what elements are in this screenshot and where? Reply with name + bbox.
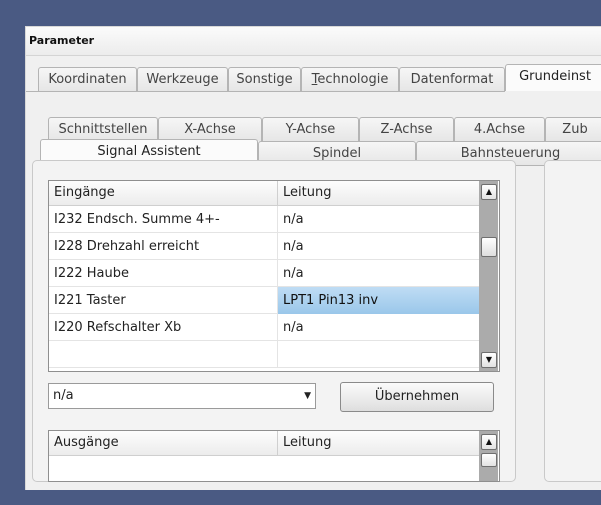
tab-schnittstellen[interactable]: Schnittstellen <box>48 117 158 141</box>
tab-x-achse[interactable]: X-Achse <box>158 117 262 141</box>
input-name: I220 Refschalter Xb <box>49 314 278 341</box>
window-title: Parameter <box>29 34 95 47</box>
tab-divider <box>26 91 505 92</box>
tab-label: X-Achse <box>184 122 236 137</box>
input-line: n/a <box>283 320 304 335</box>
tab-label: Schnittstellen <box>58 122 148 137</box>
table-row[interactable]: I228 Drehzahl erreicht n/a <box>49 233 479 260</box>
tab-label: Bahnsteuerung <box>460 146 561 161</box>
input-name: I232 Endsch. Summe 4+- <box>49 206 278 233</box>
tab-label: Grundeinst <box>519 69 591 84</box>
tab-sonstige[interactable]: Sonstige <box>228 67 301 91</box>
column-header-leitung[interactable]: Leitung <box>278 431 479 455</box>
tab-z-achse[interactable]: Z-Achse <box>359 117 454 141</box>
table-row[interactable]: I220 Refschalter Xb n/a <box>49 314 479 341</box>
tab-werkzeuge[interactable]: Werkzeuge <box>137 67 228 91</box>
tab-grundeinst[interactable]: Grundeinst <box>505 64 601 91</box>
tab-label: Zub <box>562 122 588 137</box>
input-name-partial <box>49 341 278 368</box>
column-header-leitung[interactable]: Leitung <box>278 181 479 205</box>
column-header-eingaenge[interactable]: Eingänge <box>49 181 278 205</box>
tab-label: Technologie <box>311 72 389 87</box>
inputs-table[interactable]: Eingänge Leitung I232 Endsch. Summe 4+- … <box>48 180 500 372</box>
tab-technologie[interactable]: Technologie <box>301 67 399 91</box>
input-line: n/a <box>283 239 304 254</box>
scroll-thumb[interactable] <box>481 237 497 257</box>
side-group <box>544 160 601 482</box>
table-header: Ausgänge Leitung <box>49 431 479 456</box>
tab-label: Werkzeuge <box>146 72 219 87</box>
scroll-up-icon[interactable]: ▲ <box>481 184 497 200</box>
tab-label: Y-Achse <box>285 122 336 137</box>
input-line: LPT1 Pin13 inv <box>283 293 379 308</box>
input-line: n/a <box>283 266 304 281</box>
column-header-ausgaenge[interactable]: Ausgänge <box>49 431 278 455</box>
tab-koordinaten[interactable]: Koordinaten <box>38 67 137 91</box>
tab-label: Z-Achse <box>380 122 433 137</box>
outputs-scrollbar[interactable]: ▲ <box>479 431 498 481</box>
tab-label: Datenformat <box>410 72 494 87</box>
tab-y-achse[interactable]: Y-Achse <box>262 117 359 141</box>
tab-datenformat[interactable]: Datenformat <box>399 67 505 91</box>
tab-4-achse[interactable]: 4.Achse <box>454 117 545 141</box>
input-line-partial <box>278 341 479 368</box>
dropdown-arrow-icon[interactable]: ▼ <box>304 384 311 408</box>
tab-label: Koordinaten <box>48 72 127 87</box>
input-line-selected[interactable]: LPT1 Pin13 inv ⧗ <box>278 287 479 314</box>
table-row-selected[interactable]: I221 Taster LPT1 Pin13 inv ⧗ <box>49 287 479 314</box>
table-header: Eingänge Leitung <box>49 181 479 206</box>
scroll-up-icon[interactable]: ▲ <box>481 434 497 450</box>
table-row[interactable]: I222 Haube n/a <box>49 260 479 287</box>
title-bar: Parameter <box>26 27 601 56</box>
scroll-down-icon[interactable]: ▼ <box>481 352 497 368</box>
input-line: n/a <box>283 212 304 227</box>
inputs-scrollbar[interactable]: ▲ ▼ <box>479 181 498 371</box>
tab-label: Spindel <box>312 146 362 161</box>
combo-value: n/a <box>53 388 74 403</box>
signal-line-combo[interactable]: n/a ▼ <box>48 383 316 409</box>
input-name: I222 Haube <box>49 260 278 287</box>
scroll-thumb[interactable] <box>481 453 497 467</box>
tab-zub[interactable]: Zub <box>545 117 601 141</box>
input-name: I228 Drehzahl erreicht <box>49 233 278 260</box>
tab-label: 4.Achse <box>473 122 526 137</box>
table-row[interactable]: I232 Endsch. Summe 4+- n/a <box>49 206 479 233</box>
tab-label: Signal Assistent <box>97 144 201 159</box>
input-name: I221 Taster <box>49 287 278 314</box>
outputs-table[interactable]: Ausgänge Leitung ▲ <box>48 430 500 482</box>
apply-button[interactable]: Übernehmen <box>340 382 494 412</box>
table-row-partial[interactable] <box>49 341 479 368</box>
tab-label: Sonstige <box>236 72 293 87</box>
